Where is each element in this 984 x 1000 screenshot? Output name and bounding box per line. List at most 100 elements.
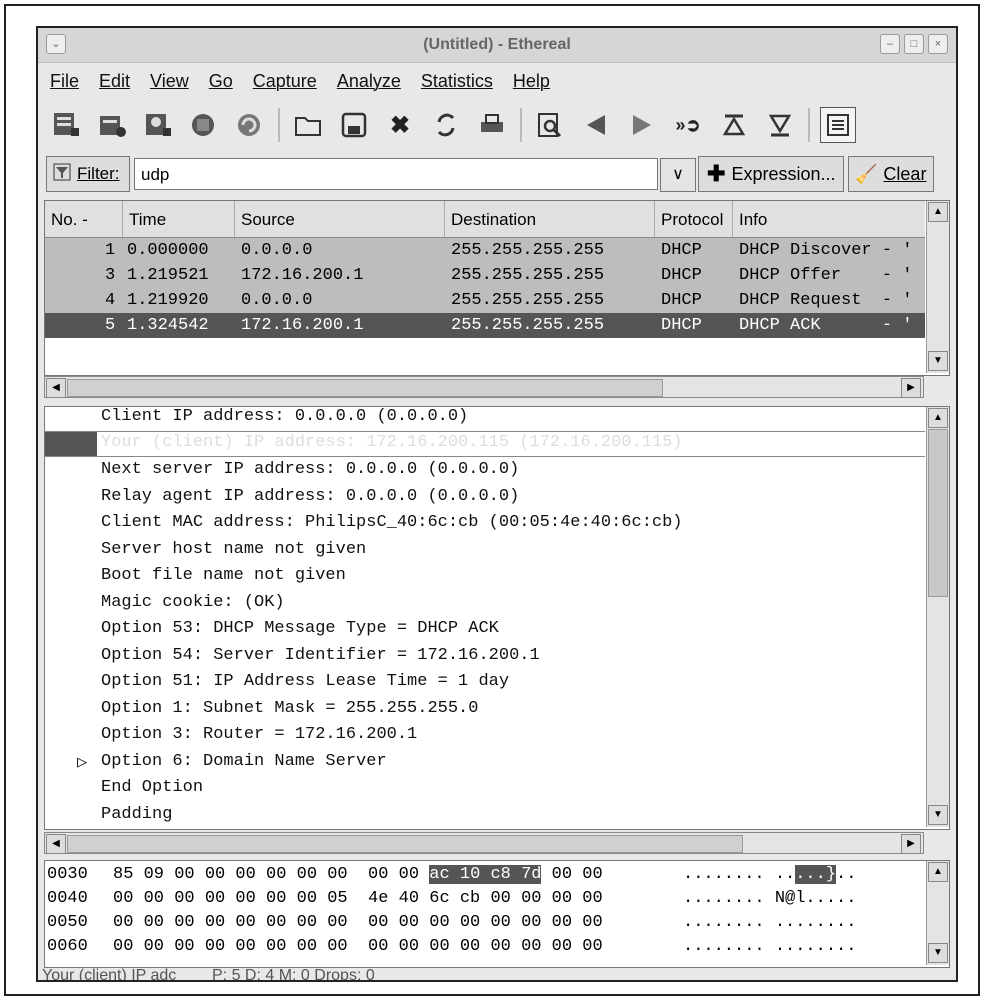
save-icon[interactable] <box>336 107 372 143</box>
detail-line[interactable]: Next server IP address: 0.0.0.0 (0.0.0.0… <box>101 460 519 479</box>
table-row-selected[interactable]: 5 1.324542 172.16.200.1 255.255.255.255 … <box>45 313 925 338</box>
colorize-icon[interactable] <box>820 107 856 143</box>
clear-label: Clear <box>883 163 927 184</box>
detail-line[interactable]: Padding <box>101 805 172 824</box>
detail-line[interactable]: Magic cookie: (OK) <box>101 593 285 612</box>
details-vscroll[interactable]: ▲ ▼ <box>926 407 949 827</box>
title-bar: ⌄ (Untitled) - Ethereal – □ × <box>38 28 956 63</box>
filter-funnel-icon <box>53 163 71 186</box>
detail-line[interactable]: Option 54: Server Identifier = 172.16.20… <box>101 646 540 665</box>
detail-line[interactable]: Option 3: Router = 172.16.200.1 <box>101 725 417 744</box>
scroll-down-icon[interactable]: ▼ <box>928 943 948 963</box>
table-row[interactable]: 4 1.219920 0.0.0.0 255.255.255.255 DHCP … <box>45 288 925 313</box>
expand-arrow-icon[interactable]: ▷ <box>77 752 87 773</box>
scroll-down-icon[interactable]: ▼ <box>928 805 948 825</box>
first-packet-icon[interactable] <box>716 107 752 143</box>
detail-line[interactable]: Client IP address: 0.0.0.0 (0.0.0.0) <box>101 407 468 426</box>
detail-line[interactable]: Relay agent IP address: 0.0.0.0 (0.0.0.0… <box>101 487 519 506</box>
broom-icon: 🧹 <box>855 163 878 184</box>
detail-line[interactable]: Client MAC address: PhilipsC_40:6c:cb (0… <box>101 513 683 532</box>
packet-list: No. - Time Source Destination Protocol I… <box>44 200 950 376</box>
hex-offset: 0050 <box>47 913 88 932</box>
toolbar-separator <box>808 108 810 142</box>
capture-start-icon[interactable] <box>140 107 176 143</box>
scroll-down-icon[interactable]: ▼ <box>928 351 948 371</box>
toolbar-separator <box>520 108 522 142</box>
go-forward-icon[interactable] <box>624 107 660 143</box>
details-hscroll[interactable]: ◀ ▶ <box>44 832 924 854</box>
hex-offset: 0030 <box>47 865 88 884</box>
clear-button[interactable]: 🧹 Clear <box>848 156 934 192</box>
reload-icon[interactable] <box>428 107 464 143</box>
detail-line-selected[interactable]: Your (client) IP address: 172.16.200.115… <box>45 431 925 457</box>
filter-label: Filter: <box>77 164 120 183</box>
table-row[interactable]: 1 0.000000 0.0.0.0 255.255.255.255 DHCP … <box>45 238 925 263</box>
main-toolbar: ✖ »➲ <box>38 100 956 150</box>
toolbar-separator <box>278 108 280 142</box>
scroll-left-icon[interactable]: ◀ <box>46 834 66 854</box>
detail-line[interactable]: Server host name not given <box>101 540 366 559</box>
go-to-packet-icon[interactable]: »➲ <box>670 107 706 143</box>
column-no[interactable]: No. - <box>45 201 123 237</box>
menu-capture[interactable]: Capture <box>253 71 317 92</box>
maximize-icon[interactable]: □ <box>904 34 924 54</box>
go-back-icon[interactable] <box>578 107 614 143</box>
filter-dropdown-icon[interactable]: ∨ <box>660 158 696 192</box>
expression-label: Expression... <box>731 163 836 184</box>
capture-stop-icon[interactable] <box>186 107 222 143</box>
packet-list-hscroll[interactable]: ◀ ▶ <box>44 376 924 398</box>
hex-highlight: ac 10 c8 7d <box>429 865 542 884</box>
find-icon[interactable] <box>532 107 568 143</box>
ascii-highlight: ...} <box>795 865 837 884</box>
last-packet-icon[interactable] <box>762 107 798 143</box>
detail-line[interactable]: Boot file name not given <box>101 566 346 585</box>
column-info[interactable]: Info <box>733 201 925 237</box>
menu-edit[interactable]: Edit <box>99 71 130 92</box>
vscroll-thumb[interactable] <box>928 429 948 597</box>
close-icon[interactable]: ✖ <box>382 107 418 143</box>
detail-line[interactable]: Option 53: DHCP Message Type = DHCP ACK <box>101 619 499 638</box>
open-icon[interactable] <box>290 107 326 143</box>
close-window-icon[interactable]: × <box>928 34 948 54</box>
menu-statistics[interactable]: Statistics <box>421 71 493 92</box>
scroll-up-icon[interactable]: ▲ <box>928 862 948 882</box>
detail-line[interactable]: Option 6: Domain Name Server <box>101 752 387 771</box>
detail-line[interactable]: End Option <box>101 778 203 797</box>
menu-file[interactable]: File <box>50 71 79 92</box>
detail-line[interactable]: Option 1: Subnet Mask = 255.255.255.0 <box>101 699 478 718</box>
column-time[interactable]: Time <box>123 201 235 237</box>
hex-offset: 0060 <box>47 937 88 956</box>
expression-button[interactable]: ✚ Expression... <box>698 156 844 192</box>
hscroll-thumb[interactable] <box>67 379 663 397</box>
plus-icon: ✚ <box>707 161 726 186</box>
detail-line[interactable]: Option 51: IP Address Lease Time = 1 day <box>101 672 509 691</box>
hex-vscroll[interactable]: ▲ ▼ <box>926 861 949 965</box>
scroll-up-icon[interactable]: ▲ <box>928 408 948 428</box>
minimize-icon[interactable]: – <box>880 34 900 54</box>
scroll-up-icon[interactable]: ▲ <box>928 202 948 222</box>
filter-button[interactable]: Filter: <box>46 156 130 192</box>
menu-go[interactable]: Go <box>209 71 233 92</box>
packet-list-vscroll[interactable]: ▲ ▼ <box>926 201 949 373</box>
status-counts: P: 5 D: 4 M: 0 Drops: 0 <box>212 967 375 982</box>
column-source[interactable]: Source <box>235 201 445 237</box>
print-icon[interactable] <box>474 107 510 143</box>
menu-help[interactable]: Help <box>513 71 550 92</box>
scroll-right-icon[interactable]: ▶ <box>901 378 921 398</box>
menu-view[interactable]: View <box>150 71 189 92</box>
hscroll-thumb[interactable] <box>67 835 743 853</box>
figure-frame: ⌄ (Untitled) - Ethereal – □ × File Edit … <box>4 4 980 996</box>
scroll-left-icon[interactable]: ◀ <box>46 378 66 398</box>
menu-analyze[interactable]: Analyze <box>337 71 401 92</box>
column-protocol[interactable]: Protocol <box>655 201 733 237</box>
filter-input[interactable]: udp <box>134 158 658 190</box>
selection-marker <box>45 432 97 456</box>
filter-bar: Filter: udp ∨ ✚ Expression... 🧹 Clear <box>42 154 954 196</box>
capture-restart-icon[interactable] <box>232 107 268 143</box>
hex-offset: 0040 <box>47 889 88 908</box>
capture-interfaces-icon[interactable] <box>48 107 84 143</box>
table-row[interactable]: 3 1.219521 172.16.200.1 255.255.255.255 … <box>45 263 925 288</box>
scroll-right-icon[interactable]: ▶ <box>901 834 921 854</box>
column-destination[interactable]: Destination <box>445 201 655 237</box>
capture-options-icon[interactable] <box>94 107 130 143</box>
